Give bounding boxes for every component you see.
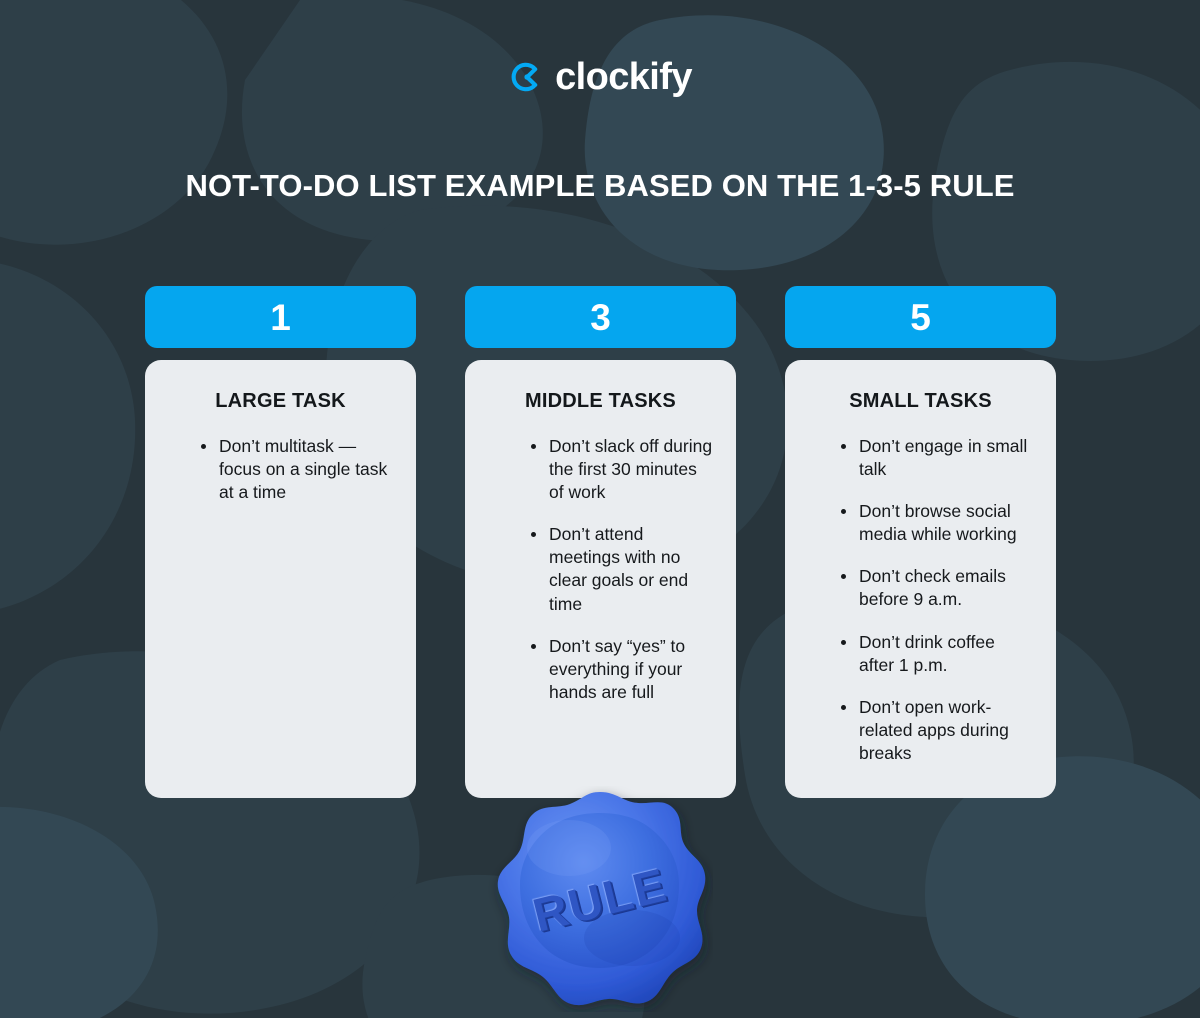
brand-logo: clockify: [0, 58, 1200, 96]
wax-seal-stamp-icon: RULE: [487, 786, 713, 1012]
brand-name: clockify: [555, 56, 692, 98]
column-number: 3: [590, 296, 611, 338]
column-number: 1: [270, 296, 291, 338]
column-task-list: Don’t multitask — focus on a single task…: [167, 435, 394, 504]
column-number-badge: 1: [145, 286, 416, 348]
column-small-tasks: 5 SMALL TASKS Don’t engage in small talk…: [785, 286, 1056, 798]
list-item: Don’t check emails before 9 a.m.: [839, 565, 1034, 611]
list-item: Don’t open work-related apps during brea…: [839, 696, 1034, 765]
list-item: Don’t engage in small talk: [839, 435, 1034, 481]
list-item: Don’t drink coffee after 1 p.m.: [839, 631, 1034, 677]
list-item: Don’t multitask — focus on a single task…: [199, 435, 394, 504]
column-title: SMALL TASKS: [849, 390, 992, 412]
list-item: Don’t attend meetings with no clear goal…: [529, 523, 714, 615]
column-title: LARGE TASK: [215, 390, 346, 412]
clockify-logo-icon: [511, 62, 538, 92]
column-large-task: 1 LARGE TASK Don’t multitask — focus on …: [145, 286, 416, 798]
column-task-list: Don’t slack off during the first 30 minu…: [487, 435, 714, 704]
column-card: LARGE TASK Don’t multitask — focus on a …: [145, 360, 416, 798]
rule-columns: 1 LARGE TASK Don’t multitask — focus on …: [145, 286, 1056, 798]
column-card: MIDDLE TASKS Don’t slack off during the …: [465, 360, 736, 798]
page-title: NOT-TO-DO LIST EXAMPLE BASED ON THE 1-3-…: [185, 168, 1015, 203]
list-item: Don’t say “yes” to everything if your ha…: [529, 635, 714, 704]
column-task-list: Don’t engage in small talk Don’t browse …: [807, 435, 1034, 765]
column-card: SMALL TASKS Don’t engage in small talk D…: [785, 360, 1056, 798]
column-title: MIDDLE TASKS: [525, 390, 676, 412]
list-item: Don’t slack off during the first 30 minu…: [529, 435, 714, 504]
column-number-badge: 3: [465, 286, 736, 348]
column-middle-tasks: 3 MIDDLE TASKS Don’t slack off during th…: [465, 286, 736, 798]
column-number: 5: [910, 296, 931, 338]
column-number-badge: 5: [785, 286, 1056, 348]
list-item: Don’t browse social media while working: [839, 500, 1034, 546]
